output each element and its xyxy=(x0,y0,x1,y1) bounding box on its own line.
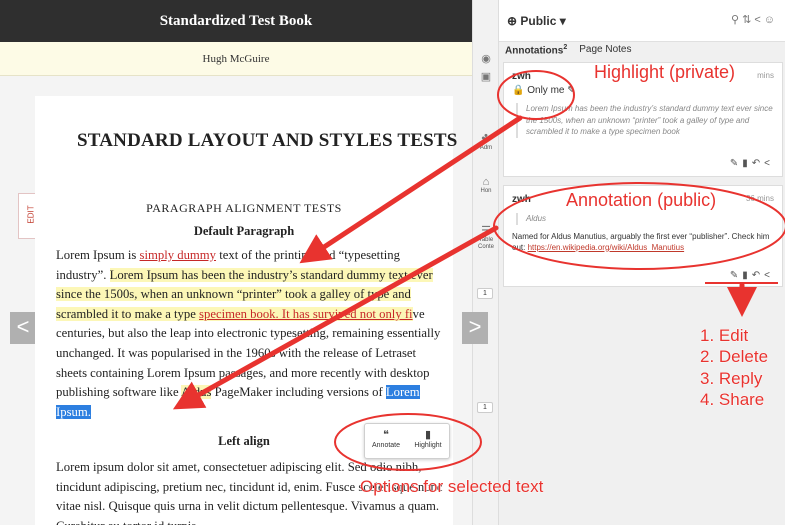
book-author: Hugh McGuire xyxy=(0,42,472,76)
annotate-button[interactable]: ❝ Annotate xyxy=(365,424,407,458)
underlined-text[interactable]: simply dummy xyxy=(140,248,216,262)
home-icon: ⌂ xyxy=(482,176,490,188)
annotation-quote: Aldus xyxy=(516,213,774,225)
pencil-icon[interactable]: ✎ xyxy=(567,85,575,96)
annotation-time[interactable]: 36 mins xyxy=(746,194,774,203)
book-title: Standardized Test Book xyxy=(0,0,472,42)
book-page: STANDARD LAYOUT AND STYLES TESTS PARAGRA… xyxy=(35,96,457,525)
annotation-card[interactable]: zwh 36 mins Aldus Named for Aldus Manuti… xyxy=(503,185,783,287)
reply-icon[interactable]: ↶ xyxy=(752,158,764,169)
privacy-label: 🔒 Only me ✎ xyxy=(512,85,576,96)
rail-item-contents[interactable]: ☰ Table Conte xyxy=(473,224,499,251)
book-pane: Standardized Test Book Hugh McGuire EDIT… xyxy=(0,0,472,525)
tab-page-notes[interactable]: Page Notes xyxy=(579,44,631,56)
quote-icon: ❝ xyxy=(383,429,389,441)
annotation-sidebar: › ⊕ Public ▾ ⚲⇅<☺ Annotations2 Page Note… xyxy=(481,0,785,525)
edit-icon[interactable]: ✎ xyxy=(730,270,742,281)
lock-icon: 🔒 xyxy=(512,85,525,96)
default-paragraph-heading: Default Paragraph xyxy=(193,224,295,238)
group-selector[interactable]: ⊕ Public ▾ xyxy=(507,14,566,28)
wikipedia-link[interactable]: https://en.wikipedia.org/wiki/Aldus_Manu… xyxy=(528,243,685,252)
left-align-paragraph: Lorem ipsum dolor sit amet, consectetuer… xyxy=(56,460,443,525)
sidebar-rail: ◉ ▣ ✤ Adm ⌂ Hon ☰ Table Conte 1 1 xyxy=(472,0,498,525)
trash-icon[interactable]: ▮ xyxy=(742,270,752,281)
public-annotation-highlight[interactable]: Aldus xyxy=(181,385,212,400)
annotation-card[interactable]: zwh mins 🔒 Only me ✎ Lorem Ipsum has bee… xyxy=(503,62,783,177)
user-icon[interactable]: ☺ xyxy=(764,14,778,26)
annotation-actions: ✎▮↶< xyxy=(730,158,774,169)
eye-icon[interactable]: ◉ xyxy=(473,52,499,65)
annotation-body: Named for Aldus Manutius, arguably the f… xyxy=(512,232,770,252)
globe-icon: ⊕ xyxy=(507,14,521,28)
section-title: PARAGRAPH ALIGNMENT TESTS xyxy=(146,201,342,215)
default-paragraph[interactable]: Lorem Ipsum is simply dummy text of the … xyxy=(56,246,448,422)
share-icon[interactable]: < xyxy=(754,14,763,26)
prev-page-button[interactable]: < xyxy=(10,312,36,344)
page-heading: STANDARD LAYOUT AND STYLES TESTS xyxy=(77,130,458,151)
puzzle-icon: ✤ xyxy=(481,133,491,145)
annotation-count-badge[interactable]: 1 xyxy=(477,402,493,413)
selection-toolbar: ❝ Annotate ▮ Highlight xyxy=(364,423,450,459)
share-icon[interactable]: < xyxy=(764,270,774,281)
edit-icon[interactable]: ✎ xyxy=(730,158,742,169)
sidebar-topbar: › ⊕ Public ▾ ⚲⇅<☺ xyxy=(481,0,785,42)
rail-item-home[interactable]: ⌂ Hon xyxy=(473,176,499,195)
annotation-count-badge[interactable]: 1 xyxy=(477,288,493,299)
annotation-quote: Lorem Ipsum has been the industry’s stan… xyxy=(516,103,774,138)
trash-icon[interactable]: ▮ xyxy=(742,158,752,169)
comment-icon[interactable]: ▣ xyxy=(473,70,499,83)
reply-icon[interactable]: ↶ xyxy=(752,270,764,281)
annotation-user[interactable]: zwh xyxy=(512,71,531,82)
underlined-highlight[interactable]: specimen book. It has survived not only … xyxy=(199,306,413,321)
annotation-user[interactable]: zwh xyxy=(512,194,531,205)
search-icon[interactable]: ⚲ xyxy=(731,14,742,26)
highlight-button[interactable]: ▮ Highlight xyxy=(407,424,449,458)
next-page-button[interactable]: > xyxy=(462,312,488,344)
sort-icon[interactable]: ⇅ xyxy=(742,14,754,26)
edit-tab[interactable]: EDIT xyxy=(18,193,36,239)
rail-item-admin[interactable]: ✤ Adm xyxy=(473,132,499,152)
sidebar-top-icons: ⚲⇅<☺ xyxy=(731,13,778,26)
annotation-actions: ✎▮↶< xyxy=(730,270,774,281)
annotation-time[interactable]: mins xyxy=(757,71,774,80)
share-icon[interactable]: < xyxy=(764,158,774,169)
sidebar-tabs: Annotations2 Page Notes xyxy=(505,44,632,56)
tab-annotations[interactable]: Annotations2 xyxy=(505,44,567,56)
list-icon: ☰ xyxy=(481,225,491,237)
marker-icon: ▮ xyxy=(424,429,432,441)
